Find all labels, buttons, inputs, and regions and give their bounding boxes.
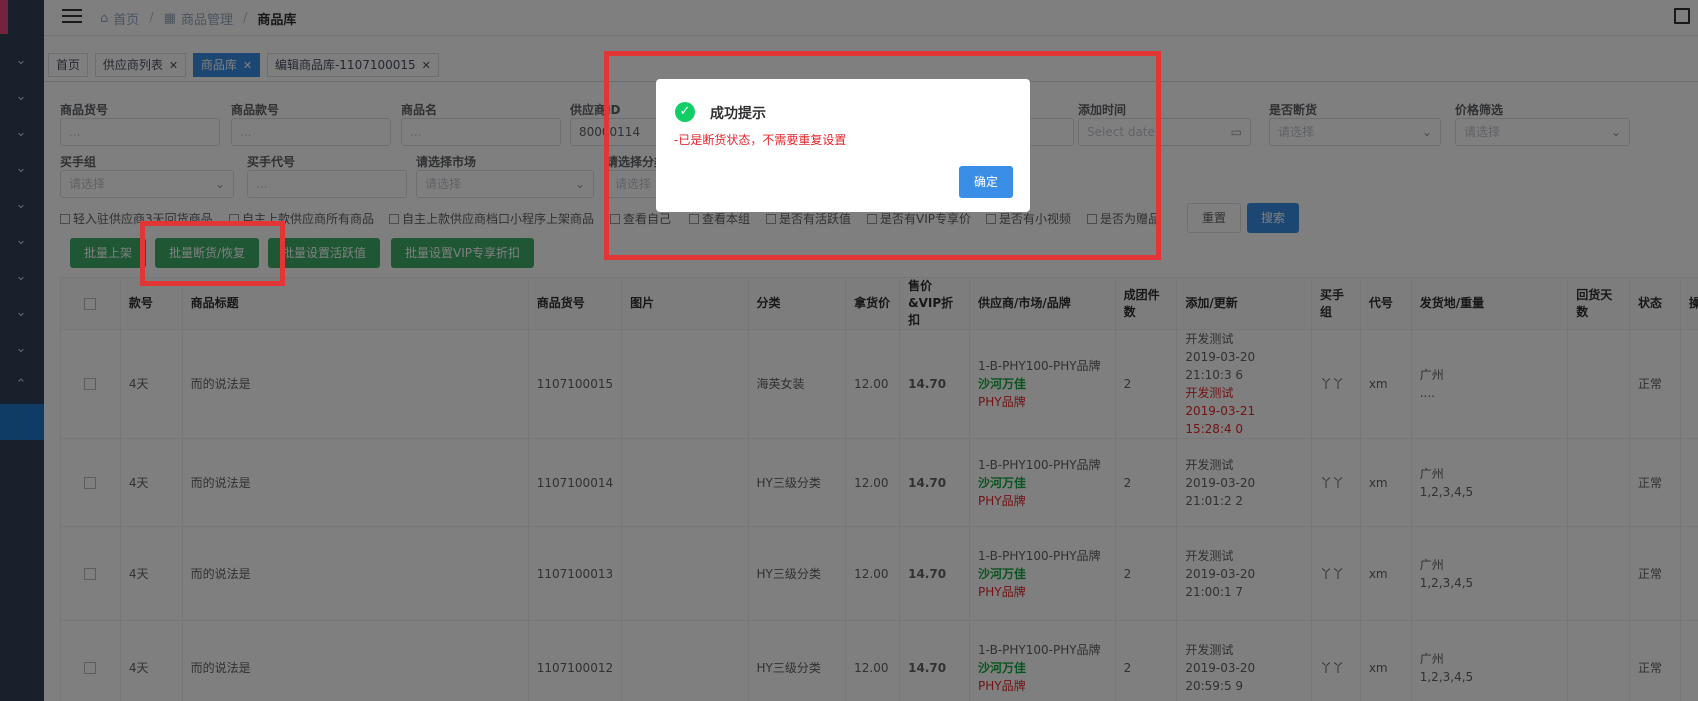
highlight-box-batch-button — [140, 221, 285, 286]
highlight-box-dialog — [604, 51, 1161, 260]
